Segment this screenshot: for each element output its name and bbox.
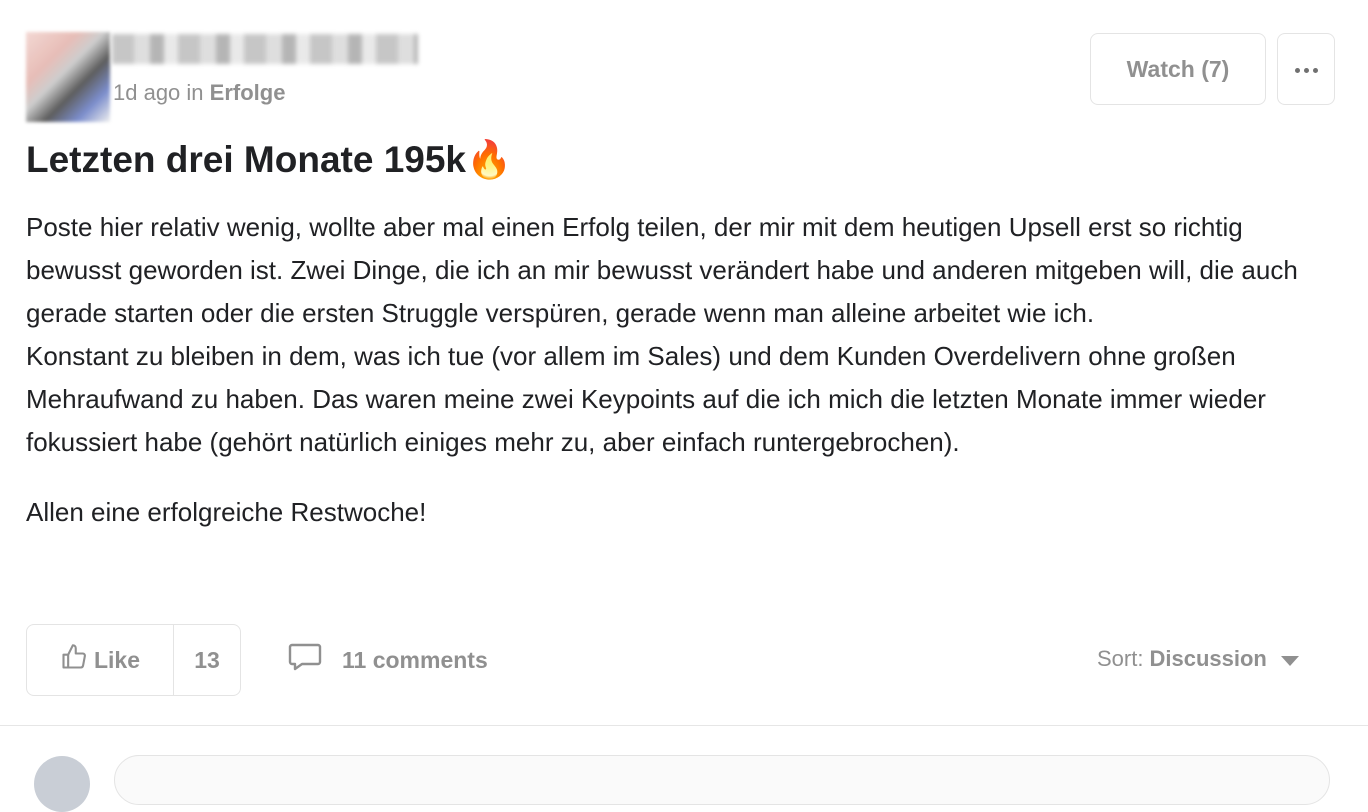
post-paragraph: Poste hier relativ wenig, wollte aber ma… xyxy=(26,212,1298,328)
post-meta: 1d ago in Erfolge xyxy=(113,80,285,106)
like-count[interactable]: 13 xyxy=(174,625,240,695)
more-options-button[interactable] xyxy=(1277,33,1335,105)
speech-bubble-icon xyxy=(288,642,342,678)
post-paragraph: Konstant zu bleiben in dem, was ich tue … xyxy=(26,341,1266,457)
sort-dropdown[interactable]: Sort: Discussion xyxy=(1097,646,1299,672)
comment-input[interactable] xyxy=(114,755,1330,805)
caret-down-icon xyxy=(1267,646,1299,672)
like-label: Like xyxy=(93,646,141,673)
ellipsis-icon xyxy=(1293,60,1320,78)
post-body: Poste hier relativ wenig, wollte aber ma… xyxy=(26,206,1326,534)
author-avatar[interactable] xyxy=(26,32,110,122)
comments-count: 11 comments xyxy=(342,646,488,673)
sort-label: Sort: xyxy=(1097,646,1144,671)
post-title: Letzten drei Monate 195k🔥 xyxy=(26,139,513,180)
watch-button[interactable]: Watch (7) xyxy=(1090,33,1266,105)
thumbs-up-icon xyxy=(60,643,94,677)
like-button[interactable]: Like xyxy=(27,625,174,695)
sort-value: Discussion xyxy=(1149,646,1267,671)
post-paragraph: Allen eine erfolgreiche Restwoche! xyxy=(26,497,427,527)
author-name-redacted[interactable] xyxy=(112,34,418,64)
like-group: Like 13 xyxy=(26,624,241,696)
post-in-label: in xyxy=(186,80,204,105)
comments-link[interactable]: 11 comments xyxy=(288,642,488,678)
post-time: 1d ago xyxy=(113,80,181,105)
divider xyxy=(0,725,1368,726)
post-category-link[interactable]: Erfolge xyxy=(210,80,286,105)
current-user-avatar xyxy=(34,756,90,812)
